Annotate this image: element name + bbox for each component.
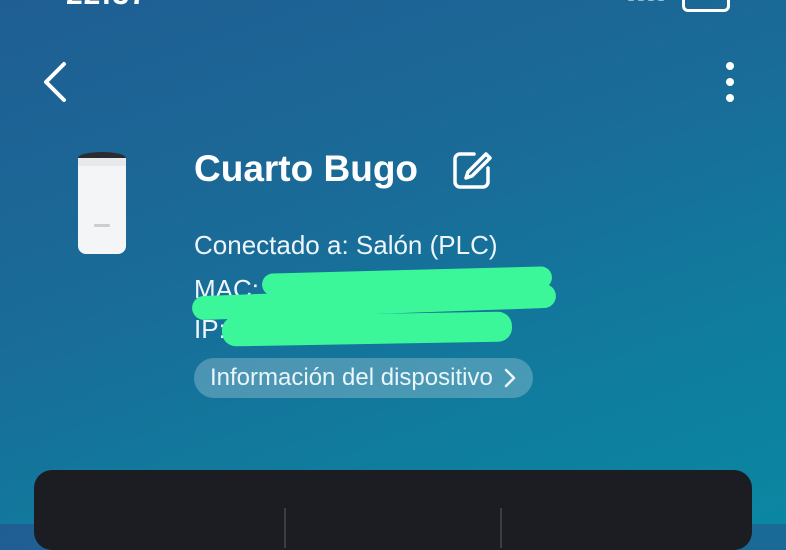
battery-icon bbox=[682, 0, 730, 12]
divider bbox=[500, 508, 502, 548]
device-info-button[interactable]: Información del dispositivo bbox=[194, 358, 533, 398]
more-options-button[interactable] bbox=[714, 60, 746, 104]
status-icons bbox=[628, 0, 730, 12]
edit-name-button[interactable] bbox=[452, 150, 492, 190]
device-info-label: Información del dispositivo bbox=[210, 364, 493, 391]
device-image bbox=[76, 150, 128, 256]
stats-card bbox=[34, 470, 752, 550]
divider bbox=[284, 508, 286, 548]
device-name: Cuarto Bugo bbox=[194, 148, 419, 189]
status-bar: 22:37 bbox=[0, 0, 786, 18]
chevron-right-icon bbox=[504, 368, 516, 388]
signal-icon bbox=[628, 0, 668, 3]
back-button[interactable] bbox=[36, 58, 76, 106]
connected-to-label: Conectado a: Salón (PLC) bbox=[194, 230, 498, 260]
status-time: 22:37 bbox=[66, 0, 148, 12]
edit-icon bbox=[453, 152, 492, 189]
more-vertical-icon bbox=[726, 62, 734, 102]
chevron-left-icon bbox=[44, 62, 66, 102]
redaction-mark bbox=[221, 311, 513, 347]
